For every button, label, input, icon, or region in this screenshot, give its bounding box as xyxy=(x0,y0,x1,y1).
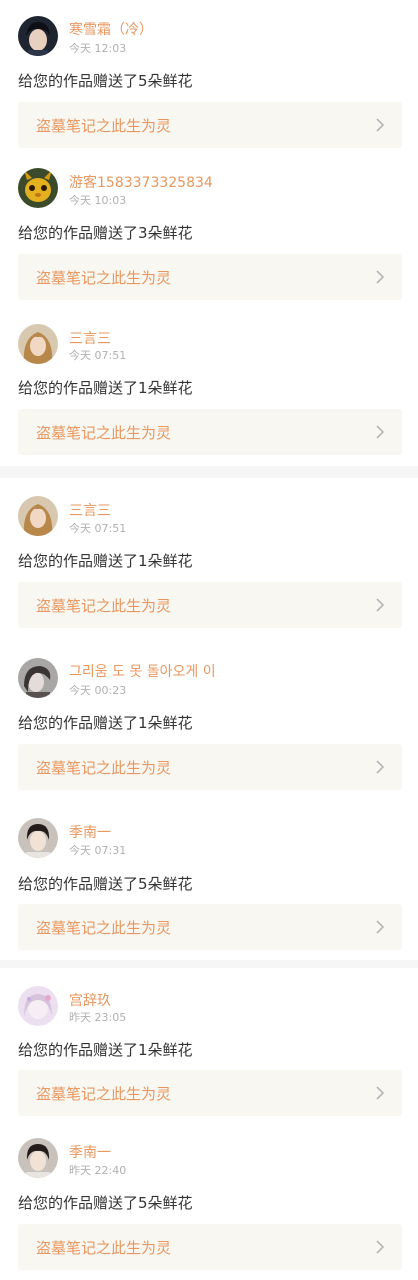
work-title: 盗墓笔记之此生为灵 xyxy=(36,424,172,442)
avatar-icon[interactable] xyxy=(18,496,58,536)
gift-item: 游客1583373325834 今天 10:03 给您的作品赠送了3朵鲜花 盗墓… xyxy=(0,160,418,312)
avatar-icon[interactable] xyxy=(18,818,58,858)
gift-message: 给您的作品赠送了3朵鲜花 xyxy=(18,224,193,242)
work-link[interactable]: 盗墓笔记之此生为灵 xyxy=(18,582,402,628)
section-divider xyxy=(0,466,418,478)
chevron-right-icon xyxy=(376,425,385,439)
gift-message: 给您的作品赠送了1朵鲜花 xyxy=(18,714,193,732)
chevron-right-icon xyxy=(376,118,385,132)
username[interactable]: 그리움 도 못 돌아오게 이 xyxy=(69,661,216,681)
avatar-icon[interactable] xyxy=(18,16,58,56)
chevron-right-icon xyxy=(376,1240,385,1254)
username[interactable]: 三言三 xyxy=(69,500,111,520)
gift-item: 三言三 今天 07:51 给您的作品赠送了1朵鲜花 盗墓笔记之此生为灵 xyxy=(0,478,418,640)
gift-item: 寒雪霜（冷） 今天 12:03 给您的作品赠送了5朵鲜花 盗墓笔记之此生为灵 xyxy=(0,0,418,160)
timestamp: 今天 07:51 xyxy=(69,522,127,535)
avatar-icon[interactable] xyxy=(18,1138,58,1178)
username[interactable]: 游客1583373325834 xyxy=(69,172,213,192)
gift-message: 给您的作品赠送了1朵鲜花 xyxy=(18,552,193,570)
work-link[interactable]: 盗墓笔记之此生为灵 xyxy=(18,744,402,790)
timestamp: 今天 10:03 xyxy=(69,194,127,207)
chevron-right-icon xyxy=(376,270,385,284)
username[interactable]: 季南一 xyxy=(69,822,111,842)
username[interactable]: 三言三 xyxy=(69,328,111,348)
gift-feed: 寒雪霜（冷） 今天 12:03 给您的作品赠送了5朵鲜花 盗墓笔记之此生为灵 游… xyxy=(0,0,418,1280)
avatar-icon[interactable] xyxy=(18,986,58,1026)
chevron-right-icon xyxy=(376,598,385,612)
gift-message: 给您的作品赠送了5朵鲜花 xyxy=(18,72,193,90)
work-title: 盗墓笔记之此生为灵 xyxy=(36,117,172,135)
avatar-icon[interactable] xyxy=(18,324,58,364)
timestamp: 今天 12:03 xyxy=(69,42,127,55)
gift-item: 그리움 도 못 돌아오게 이 今天 00:23 给您的作品赠送了1朵鲜花 盗墓笔… xyxy=(0,640,418,802)
timestamp: 今天 07:51 xyxy=(69,349,127,362)
username[interactable]: 宫辞玖 xyxy=(69,990,111,1010)
gift-message: 给您的作品赠送了5朵鲜花 xyxy=(18,1194,193,1212)
work-title: 盗墓笔记之此生为灵 xyxy=(36,1239,172,1257)
timestamp: 昨天 22:40 xyxy=(69,1164,127,1177)
username[interactable]: 季南一 xyxy=(69,1142,111,1162)
gift-message: 给您的作品赠送了5朵鲜花 xyxy=(18,875,193,893)
work-link[interactable]: 盗墓笔记之此生为灵 xyxy=(18,1224,402,1270)
work-title: 盗墓笔记之此生为灵 xyxy=(36,759,172,777)
work-link[interactable]: 盗墓笔记之此生为灵 xyxy=(18,102,402,148)
gift-item: 季南一 今天 07:31 给您的作品赠送了5朵鲜花 盗墓笔记之此生为灵 xyxy=(0,802,418,960)
chevron-right-icon xyxy=(376,920,385,934)
avatar-icon[interactable] xyxy=(18,168,58,208)
work-title: 盗墓笔记之此生为灵 xyxy=(36,1085,172,1103)
gift-item: 三言三 今天 07:51 给您的作品赠送了1朵鲜花 盗墓笔记之此生为灵 xyxy=(0,312,418,466)
gift-message: 给您的作品赠送了1朵鲜花 xyxy=(18,1041,193,1059)
chevron-right-icon xyxy=(376,1086,385,1100)
work-link[interactable]: 盗墓笔记之此生为灵 xyxy=(18,904,402,950)
chevron-right-icon xyxy=(376,760,385,774)
timestamp: 今天 07:31 xyxy=(69,844,127,857)
timestamp: 今天 00:23 xyxy=(69,684,127,697)
section-divider xyxy=(0,960,418,968)
work-link[interactable]: 盗墓笔记之此生为灵 xyxy=(18,254,402,300)
work-title: 盗墓笔记之此生为灵 xyxy=(36,597,172,615)
gift-message: 给您的作品赠送了1朵鲜花 xyxy=(18,379,193,397)
timestamp: 昨天 23:05 xyxy=(69,1011,127,1024)
work-title: 盗墓笔记之此生为灵 xyxy=(36,269,172,287)
work-title: 盗墓笔记之此生为灵 xyxy=(36,919,172,937)
gift-item: 季南一 昨天 22:40 给您的作品赠送了5朵鲜花 盗墓笔记之此生为灵 xyxy=(0,1126,418,1280)
username[interactable]: 寒雪霜（冷） xyxy=(69,19,153,39)
avatar-icon[interactable] xyxy=(18,658,58,698)
work-link[interactable]: 盗墓笔记之此生为灵 xyxy=(18,409,402,455)
work-link[interactable]: 盗墓笔记之此生为灵 xyxy=(18,1070,402,1116)
gift-item: 宫辞玖 昨天 23:05 给您的作品赠送了1朵鲜花 盗墓笔记之此生为灵 xyxy=(0,968,418,1126)
